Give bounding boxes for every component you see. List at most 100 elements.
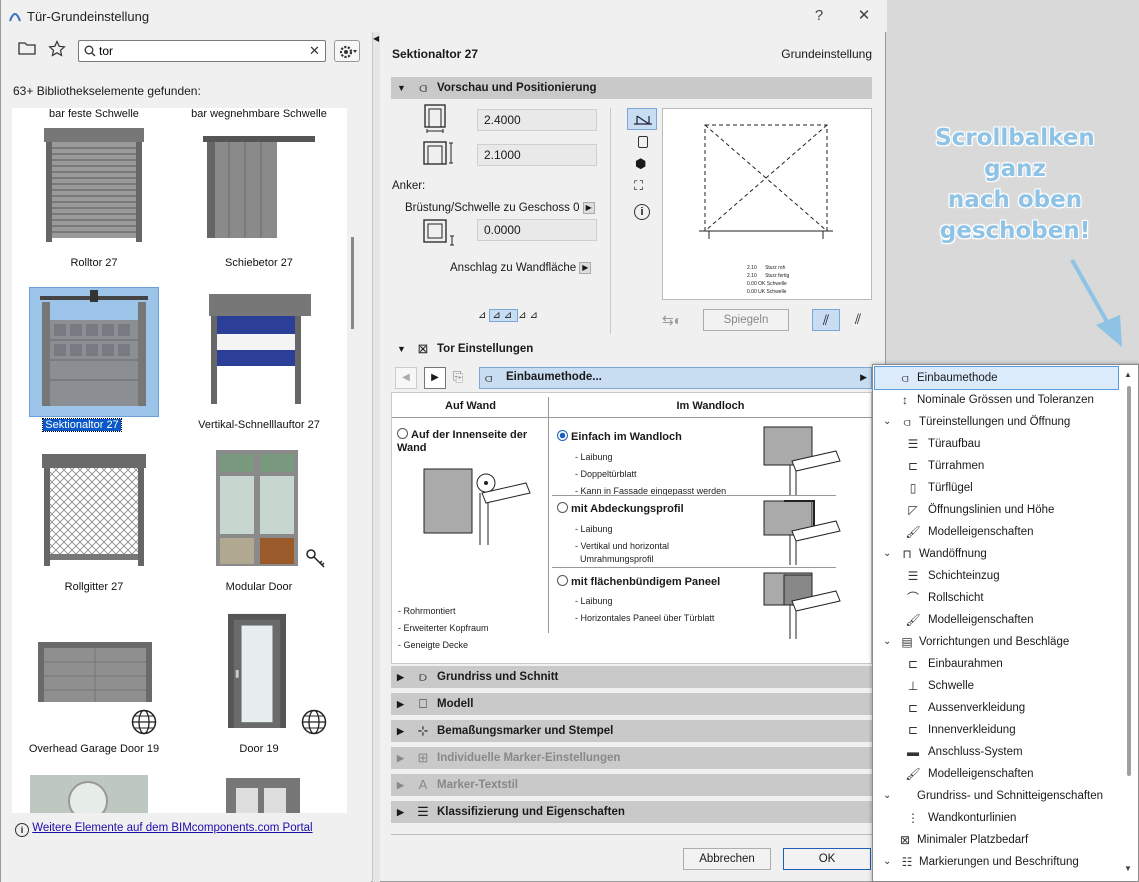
dropdown-item[interactable]: ⊏ Türrahmen <box>875 455 1125 477</box>
portal-link[interactable]: Weitere Elemente auf dem BIMcomponents.c… <box>32 822 312 834</box>
library-item-vertikal[interactable]: Vertikal-Schnelllauftor 27 <box>179 288 339 448</box>
mirror-button[interactable]: Spiegeln <box>703 309 789 331</box>
dropdown-item[interactable]: ⊏ Innenverkleidung <box>875 719 1125 741</box>
ok-button[interactable]: OK <box>783 848 871 870</box>
page-toolbar: ◀ ▶ ⎘ ⫏ Einbaumethode... ▶ <box>391 364 872 392</box>
dropdown-item[interactable]: 🖌 Modelleigenschaften <box>875 521 1125 543</box>
section-tor-header[interactable]: ▼ ⊠ Tor Einstellungen <box>391 338 872 360</box>
dropdown-item[interactable]: ⌄ ☷ Markierungen und Beschriftung <box>875 851 1125 873</box>
prev-page-button[interactable]: ◀ <box>395 367 417 389</box>
library-item-overhead-garage[interactable]: Overhead Garage Door 19 <box>14 612 174 772</box>
library-item[interactable]: bar wegnehmbare Schwelle <box>179 108 339 120</box>
library-scrollbar[interactable] <box>351 237 354 329</box>
section-modell-header[interactable]: ▶ ⎕ Modell <box>391 693 872 715</box>
search-input[interactable] <box>99 43 299 59</box>
dropdown-item[interactable]: ⌒ Rollschicht <box>875 587 1125 609</box>
view-section-icon[interactable]: ⛶ <box>634 178 643 194</box>
close-button[interactable]: ✕ <box>852 6 876 26</box>
dropdown-item[interactable]: ▬ Anschluss-System <box>875 741 1125 763</box>
dropdown-item[interactable]: ⌄ ▤ Vorrichtungen und Beschläge <box>875 631 1125 653</box>
radio-button[interactable] <box>557 575 568 586</box>
next-page-button[interactable]: ▶ <box>424 367 446 389</box>
width-field[interactable]: 2.4000 <box>477 109 597 131</box>
rebate-reference-arrow[interactable]: ▶ <box>579 262 592 274</box>
section-title: Marker-Textstil <box>437 779 518 791</box>
dropdown-item[interactable]: ⊏ Einbaurahmen <box>875 653 1125 675</box>
library-item-rolltor[interactable]: Rolltor 27 <box>14 126 174 286</box>
library-item-partial[interactable] <box>30 775 148 813</box>
panel-divider[interactable]: ◀ <box>372 32 380 882</box>
help-button[interactable]: ? <box>807 6 831 26</box>
dropdown-item[interactable]: 🖌 Modelleigenschaften <box>875 609 1125 631</box>
dropdown-item[interactable]: ⌄ ⫏ Türeinstellungen und Öffnung <box>875 411 1125 433</box>
dropdown-item[interactable]: ▯ Türflügel <box>875 477 1125 499</box>
section-grundriss-header[interactable]: ▶ ⫐ Grundriss und Schnitt <box>391 666 872 688</box>
view-elevation-icon[interactable] <box>638 136 648 148</box>
view-plan-button[interactable] <box>627 108 657 130</box>
page-favorite-icon[interactable]: ⎘ <box>453 369 463 385</box>
sill-height-field[interactable]: 0.0000 <box>477 219 597 241</box>
radio-cover-profile[interactable]: mit Abdeckungsprofil <box>557 502 684 515</box>
section-preview-header[interactable]: ▼ ⫏ Vorschau und Positionierung <box>391 77 872 99</box>
chevron-down-icon[interactable]: ⌄ <box>883 785 895 807</box>
scroll-up-arrow[interactable]: ▲ <box>1124 370 1132 379</box>
dropdown-item[interactable]: ⫏ Einbaumethode <box>874 366 1119 390</box>
library-item-door-19[interactable]: Door 19 <box>179 612 339 772</box>
marker-icon: ☷ <box>901 855 913 869</box>
folder-icon[interactable] <box>16 40 38 62</box>
width-icon <box>424 104 446 133</box>
library-item[interactable]: bar feste Schwelle <box>14 108 174 120</box>
collapse-arrow-icon[interactable]: ◀ <box>373 34 379 43</box>
section-textstil-header[interactable]: ▶ A Marker-Textstil <box>391 774 872 796</box>
view-3d-icon[interactable]: ⬢ <box>635 156 646 172</box>
dropdown-item[interactable]: ⌄ Grundriss- und Schnitteigenschaften <box>875 785 1125 807</box>
clear-search-icon[interactable]: ✕ <box>309 43 320 59</box>
chevron-down-icon[interactable]: ⌄ <box>883 631 895 653</box>
library-item-modular-door[interactable]: Modular Door <box>179 450 339 610</box>
anchor-center-button[interactable]: ⊿⊿ <box>489 309 519 322</box>
radio-on-wall-option[interactable]: Auf der Innenseite der Wand <box>397 428 542 455</box>
section-marker-header[interactable]: ▶ ⊞ Individuelle Marker-Einstellungen <box>391 747 872 769</box>
anchor-extra-button[interactable]: ⊿ <box>530 310 541 321</box>
library-settings-button[interactable] <box>334 40 360 62</box>
plan-section-icon: ⫐ <box>419 669 427 684</box>
dropdown-item[interactable]: ⌄ ⊓ Wandöffnung <box>875 543 1125 565</box>
section-klass-header[interactable]: ▶ ☰ Klassifizierung und Eigenschaften <box>391 801 872 823</box>
dropdown-item[interactable]: 🖌 Modelleigenschaften <box>875 763 1125 785</box>
hinge-left-button[interactable]: ⫽ <box>812 309 840 331</box>
dropdown-item[interactable]: ☰ Türaufbau <box>875 433 1125 455</box>
radio-button-checked[interactable] <box>557 430 568 441</box>
chevron-down-icon[interactable]: ⌄ <box>883 851 895 873</box>
radio-flush-panel[interactable]: mit flächenbündigem Paneel <box>557 575 720 588</box>
dropdown-item[interactable]: ⊏ Aussenverkleidung <box>875 697 1125 719</box>
dropdown-item[interactable]: ⊠ Minimaler Platzbedarf <box>875 829 1125 851</box>
library-item-rollgitter[interactable]: Rollgitter 27 <box>14 450 174 610</box>
cancel-button[interactable]: Abbrechen <box>683 848 771 870</box>
chevron-down-icon[interactable]: ⌄ <box>883 543 895 565</box>
anchor-right-button[interactable]: ⊿ <box>518 310 529 321</box>
section-bemassung-header[interactable]: ▶ ⊹ Bemaßungsmarker und Stempel <box>391 720 872 742</box>
page-select-dropdown[interactable]: ⫏ Einbaumethode... ▶ <box>479 367 872 389</box>
dropdown-item[interactable]: ⋮ Wandkonturlinien <box>875 807 1125 829</box>
library-item-partial[interactable] <box>226 778 300 813</box>
anchor-left-button[interactable]: ⊿ <box>478 310 489 321</box>
dropdown-item[interactable]: ↕ Nominale Grössen und Toleranzen <box>875 389 1125 411</box>
chevron-down-icon[interactable]: ⌄ <box>883 411 895 433</box>
view-info-icon[interactable]: i <box>634 204 650 220</box>
sill-reference-arrow[interactable]: ▶ <box>582 202 595 214</box>
dropdown-scrollbar-thumb[interactable] <box>1127 386 1131 776</box>
dropdown-item[interactable]: ◸ Öffnungslinien und Höhe <box>875 499 1125 521</box>
sill-icon: ⊥ <box>907 679 919 693</box>
favorites-star-icon[interactable] <box>46 40 68 62</box>
radio-button[interactable] <box>557 502 568 513</box>
library-item-sektionaltor[interactable]: Sektionaltor 27 <box>14 287 174 448</box>
scroll-down-arrow[interactable]: ▼ <box>1124 864 1132 873</box>
radio-button[interactable] <box>397 428 408 439</box>
title-bar: Tür-Grundeinstellung ? ✕ <box>1 0 887 32</box>
dropdown-item[interactable]: ☰ Schichteinzug <box>875 565 1125 587</box>
radio-simple-opening[interactable]: Einfach im Wandloch <box>557 430 682 443</box>
library-item-schiebetor[interactable]: Schiebetor 27 <box>179 126 339 286</box>
dropdown-item[interactable]: ⊥ Schwelle <box>875 675 1125 697</box>
hinge-right-button[interactable]: ⫽ <box>845 309 871 331</box>
height-field[interactable]: 2.1000 <box>477 144 597 166</box>
